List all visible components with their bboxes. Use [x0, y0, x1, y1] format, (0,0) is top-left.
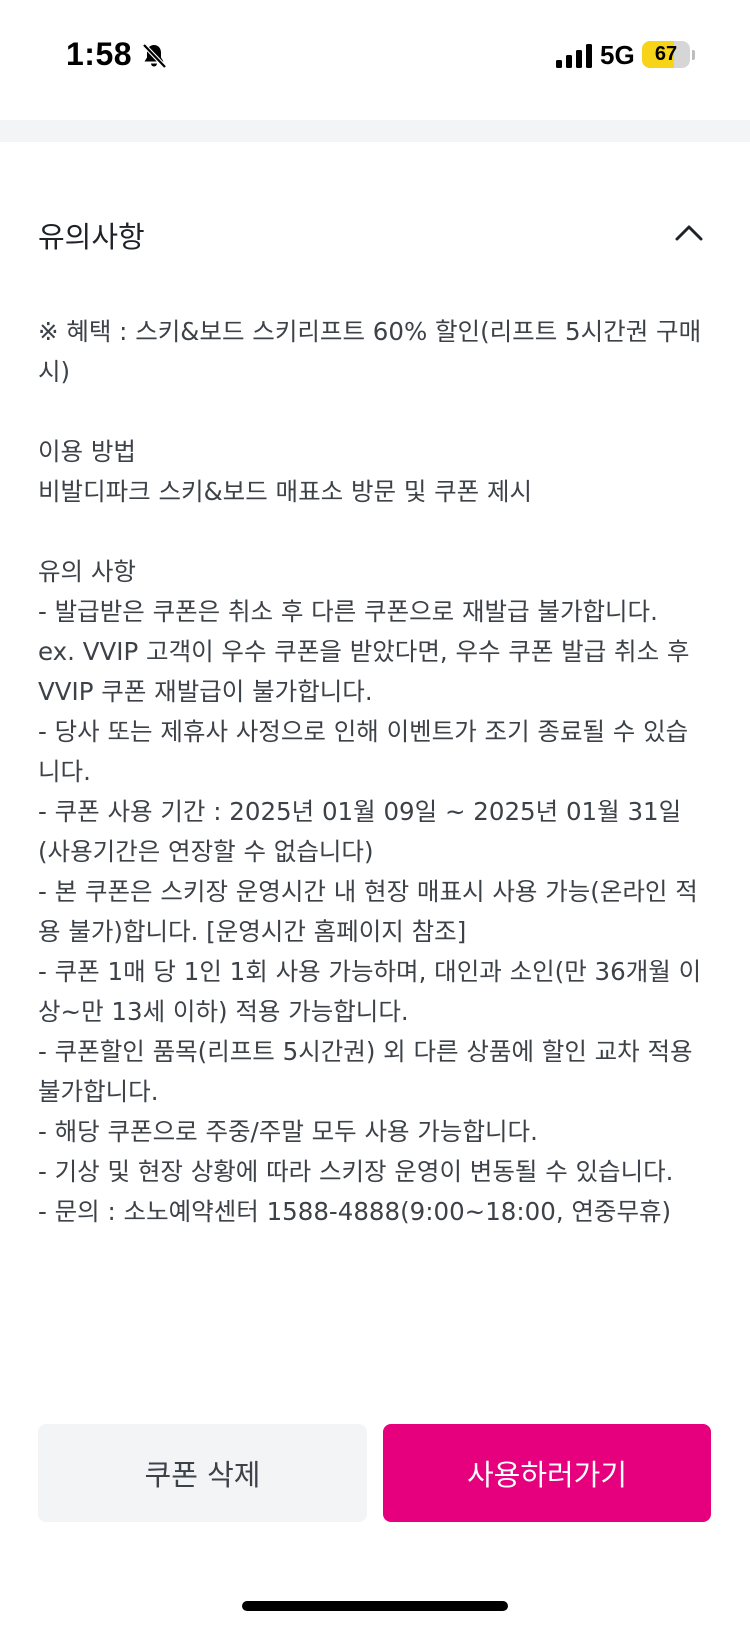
notice-line: - 쿠폰 1매 당 1인 1회 사용 가능하며, 대인과 소인(만 36개월 이 [38, 957, 702, 986]
battery-icon: 67 [642, 41, 690, 68]
status-time: 1:58 [66, 36, 133, 72]
cellular-signal-icon [556, 44, 592, 68]
notice-line: - 해당 쿠폰으로 주중/주말 모두 사용 가능합니다. [38, 1117, 538, 1146]
notice-title: 유의사항 [38, 220, 145, 254]
notice-content: ※ 혜택 : 스키&보드 스키리프트 60% 할인(리프트 5시간권 구매시) 이… [38, 312, 718, 1232]
battery-tip [692, 50, 695, 60]
notice-line: 용 불가)합니다. [운영시간 홈페이지 참조] [38, 917, 467, 946]
section-divider [0, 120, 750, 142]
notice-line: ex. VVIP 고객이 우수 쿠폰을 받았다면, 우수 쿠폰 발급 취소 후 [38, 637, 690, 666]
notice-line: 상~만 13세 이하) 적용 가능합니다. [38, 997, 409, 1026]
use-coupon-button[interactable]: 사용하러가기 [383, 1424, 711, 1522]
notice-line: VVIP 쿠폰 재발급이 불가합니다. [38, 677, 373, 706]
notice-line: ※ 혜택 : 스키&보드 스키리프트 60% 할인(리프트 5시간권 구매 [38, 317, 702, 346]
coupon-detail-screen: 1:58 5G 67 유의사항 ※ 혜택 : 스키&보드 스키리프트 60% 할… [0, 0, 750, 1626]
notice-line: (사용기간은 연장할 수 없습니다) [38, 837, 374, 866]
notice-accordion-header[interactable]: 유의사항 [0, 200, 750, 268]
network-type: 5G [600, 40, 635, 70]
notice-line [38, 392, 718, 432]
bell-slash-icon [142, 43, 167, 69]
notice-line: - 본 쿠폰은 스키장 운영시간 내 현장 매표시 사용 가능(온라인 적 [38, 877, 698, 906]
notice-line: 니다. [38, 757, 91, 786]
notice-line: - 당사 또는 제휴사 사정으로 인해 이벤트가 조기 종료될 수 있습 [38, 717, 689, 746]
notice-line [38, 512, 718, 552]
notice-line: 이용 방법 [38, 437, 136, 466]
notice-line: 불가합니다. [38, 1077, 159, 1106]
notice-line: - 문의 : 소노예약센터 1588-4888(9:00~18:00, 연중무휴… [38, 1197, 672, 1226]
home-indicator[interactable] [242, 1601, 508, 1611]
chevron-up-icon[interactable] [673, 220, 705, 244]
delete-coupon-button[interactable]: 쿠폰 삭제 [38, 1424, 367, 1522]
notice-line: 시) [38, 357, 71, 386]
notice-line: - 기상 및 현장 상황에 따라 스키장 운영이 변동될 수 있습니다. [38, 1157, 674, 1186]
status-bar: 1:58 5G 67 [0, 0, 750, 118]
notice-line: 유의 사항 [38, 557, 136, 586]
notice-line: - 발급받은 쿠폰은 취소 후 다른 쿠폰으로 재발급 불가합니다. [38, 597, 658, 626]
battery-percent: 67 [654, 43, 678, 65]
notice-line: - 쿠폰 사용 기간 : 2025년 01월 09일 ~ 2025년 01월 3… [38, 797, 682, 826]
notice-line: 비발디파크 스키&보드 매표소 방문 및 쿠폰 제시 [38, 477, 533, 506]
notice-line: - 쿠폰할인 품목(리프트 5시간권) 외 다른 상품에 할인 교차 적용 [38, 1037, 693, 1066]
